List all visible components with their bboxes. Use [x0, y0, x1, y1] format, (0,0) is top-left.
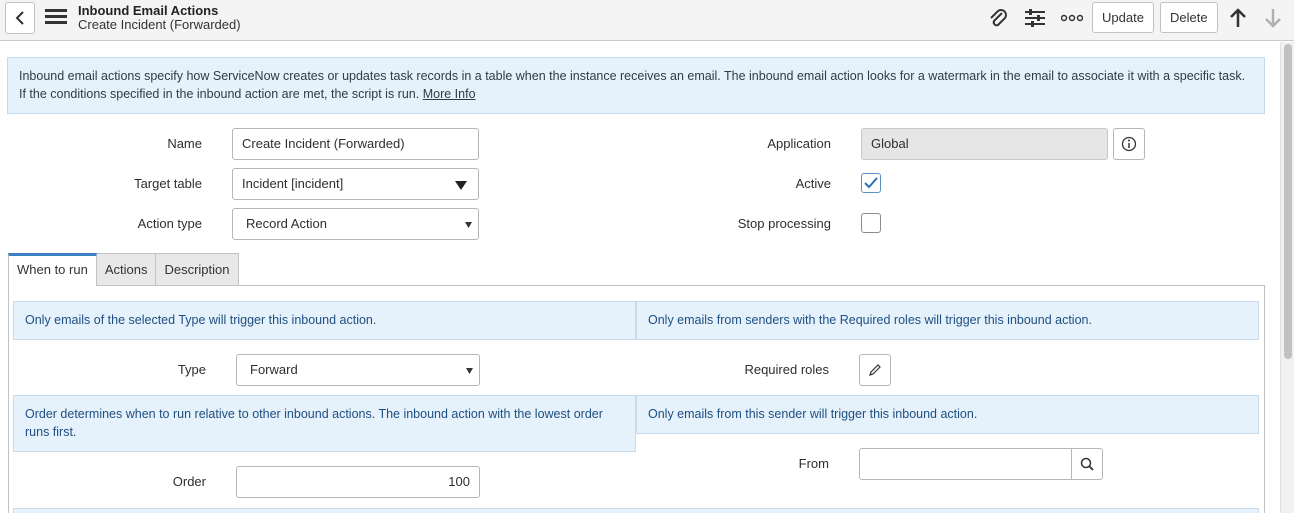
personalize-form-icon[interactable] [1022, 5, 1048, 31]
application-label: Application [767, 136, 831, 151]
active-checkbox[interactable] [861, 173, 881, 193]
type-label: Type [177, 362, 206, 377]
chevron-left-icon [15, 11, 24, 25]
required-roles-label: Required roles [744, 362, 829, 377]
update-button[interactable]: Update [1092, 2, 1154, 33]
target-table-label: Target table [134, 176, 202, 191]
action-type-label: Action type [137, 216, 202, 231]
more-info-link[interactable]: More Info [423, 87, 476, 101]
edit-roles-button[interactable] [859, 354, 891, 386]
form-header: Inbound Email Actions Create Incident (F… [0, 0, 1294, 41]
name-field[interactable]: Create Incident (Forwarded) [232, 128, 479, 160]
record-subtitle: Create Incident (Forwarded) [78, 17, 241, 32]
action-type-value: Record Action [246, 216, 327, 231]
stop-processing-checkbox[interactable] [861, 213, 881, 233]
info-button[interactable] [1113, 128, 1145, 160]
section-tabs: When to run Actions Description [8, 253, 239, 286]
search-icon [1080, 457, 1094, 471]
info-icon [1121, 136, 1137, 152]
back-button[interactable] [5, 2, 35, 34]
tab-description[interactable]: Description [155, 253, 239, 286]
from-lookup-button[interactable] [1071, 448, 1103, 480]
caret-down-icon [455, 181, 467, 190]
stop-processing-label: Stop processing [737, 216, 831, 231]
application-field: Global [861, 128, 1108, 160]
type-value: Forward [250, 362, 298, 377]
target-table-value: Incident [incident] [242, 176, 344, 191]
scrollbar-thumb[interactable] [1284, 44, 1292, 359]
delete-button[interactable]: Delete [1160, 2, 1218, 33]
from-label: From [798, 456, 829, 471]
roles-note: Only emails from senders with the Requir… [636, 301, 1259, 340]
info-banner: Inbound email actions specify how Servic… [7, 57, 1265, 114]
order-field[interactable]: 100 [236, 466, 480, 498]
active-label: Active [795, 176, 831, 191]
tab-actions[interactable]: Actions [95, 253, 157, 286]
more-options-icon[interactable] [1059, 5, 1085, 31]
action-type-select[interactable]: Record Action [232, 208, 479, 240]
order-label: Order [172, 474, 206, 489]
from-note: Only emails from this sender will trigge… [636, 395, 1259, 434]
page-title: Inbound Email Actions [78, 3, 219, 18]
from-field[interactable] [859, 448, 1072, 480]
caret-down-icon [466, 368, 473, 374]
arrow-up-icon[interactable] [1225, 5, 1251, 31]
checkmark-icon [864, 177, 878, 189]
target-table-select[interactable]: Incident [incident] [232, 168, 479, 200]
next-section-note [13, 508, 1259, 513]
caret-down-icon [465, 222, 472, 228]
paperclip-icon[interactable] [985, 5, 1011, 31]
pencil-icon [869, 364, 881, 376]
type-select[interactable]: Forward [236, 354, 480, 386]
name-label: Name [167, 136, 202, 151]
order-note: Order determines when to run relative to… [13, 395, 636, 452]
info-text: Inbound email actions specify how Servic… [19, 69, 1246, 101]
arrow-down-icon[interactable] [1260, 5, 1286, 31]
hamburger-menu-icon[interactable] [45, 9, 67, 27]
type-note: Only emails of the selected Type will tr… [13, 301, 636, 340]
tab-when-to-run[interactable]: When to run [8, 253, 97, 286]
scrollbar[interactable] [1280, 42, 1294, 513]
